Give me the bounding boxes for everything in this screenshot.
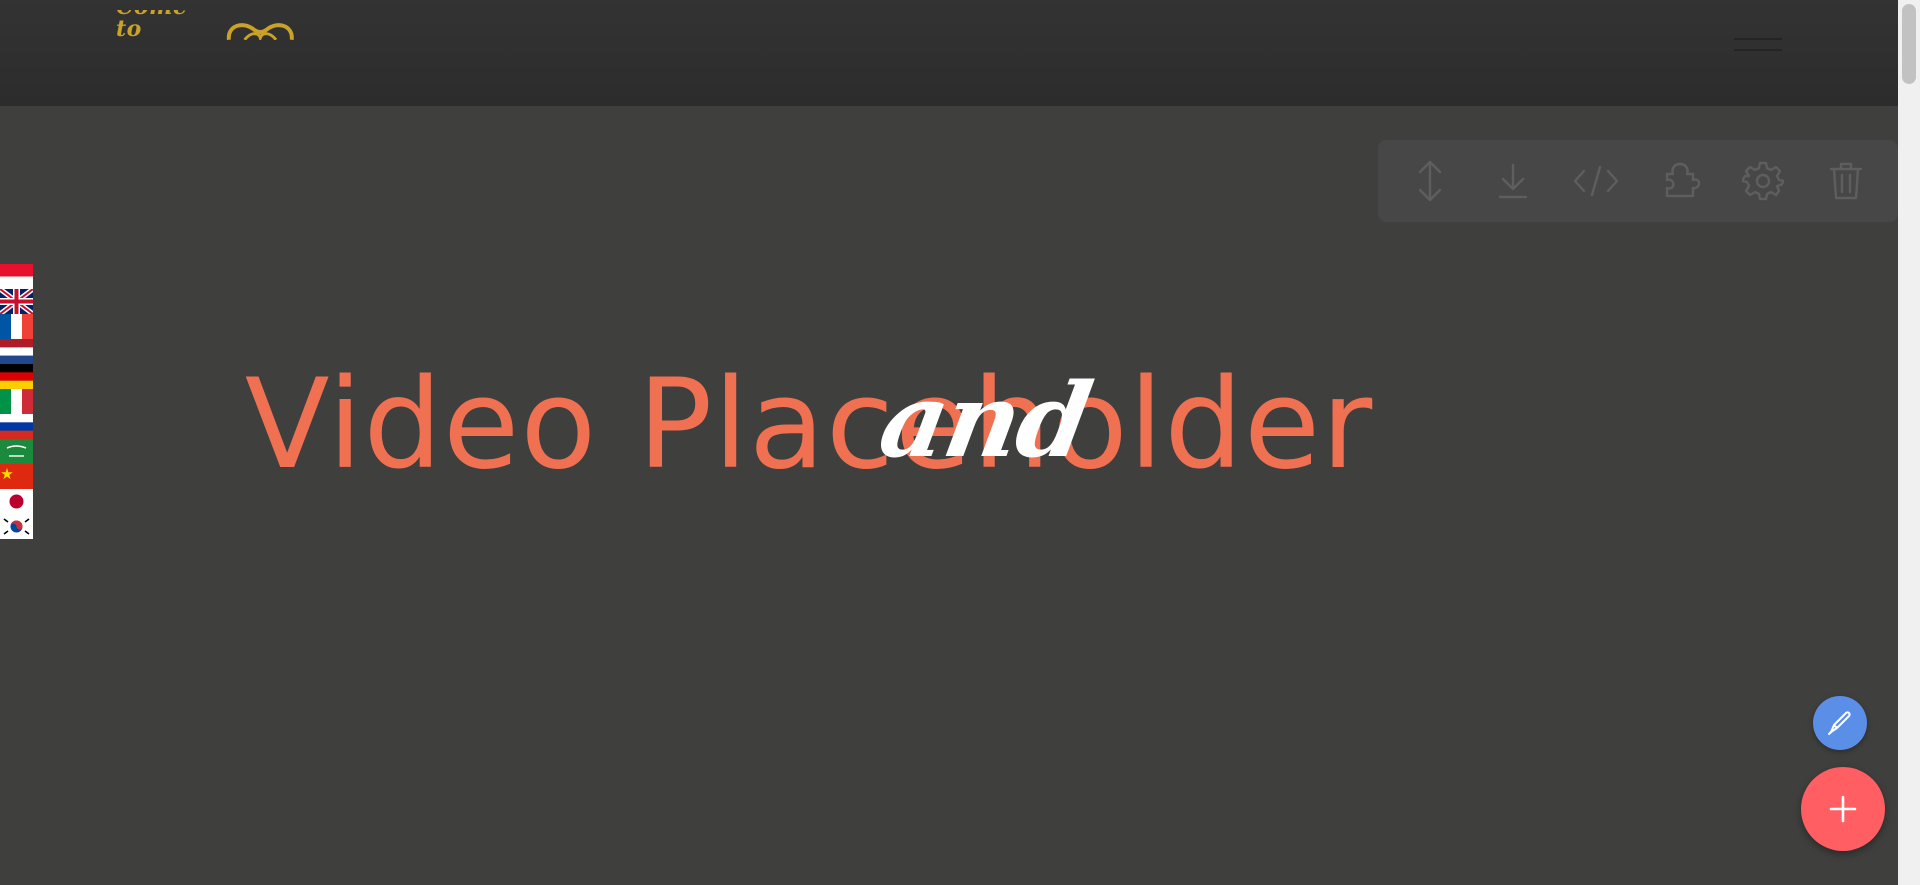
add-button[interactable] xyxy=(1801,767,1885,851)
top-header: Come to xyxy=(0,0,1898,106)
scrollbar-thumb[interactable] xyxy=(1902,4,1916,84)
flag-japan-icon[interactable] xyxy=(0,489,33,514)
site-logo[interactable]: Come to xyxy=(116,10,296,40)
plus-icon xyxy=(1829,795,1857,823)
headline-overlay-text: and xyxy=(871,361,1099,481)
flag-france-icon[interactable] xyxy=(0,314,33,339)
puzzle-icon[interactable] xyxy=(1655,156,1705,206)
trash-icon[interactable] xyxy=(1821,156,1871,206)
block-toolbar xyxy=(1378,140,1898,222)
hero-headline: Video Placeholder and xyxy=(0,360,1898,490)
logo-text: Come to xyxy=(116,10,187,40)
flag-korea-icon[interactable] xyxy=(0,514,33,539)
flag-indonesia-icon[interactable] xyxy=(0,264,33,289)
gear-icon[interactable] xyxy=(1738,156,1788,206)
vertical-arrows-icon[interactable] xyxy=(1405,156,1455,206)
edit-button[interactable] xyxy=(1813,696,1867,750)
scrollbar[interactable] xyxy=(1898,0,1920,885)
flag-uk-icon[interactable] xyxy=(0,289,33,314)
logo-heart-icon xyxy=(227,23,295,40)
download-icon[interactable] xyxy=(1488,156,1538,206)
hamburger-icon[interactable] xyxy=(1734,38,1782,60)
pen-icon xyxy=(1828,711,1851,735)
code-icon[interactable] xyxy=(1571,156,1621,206)
